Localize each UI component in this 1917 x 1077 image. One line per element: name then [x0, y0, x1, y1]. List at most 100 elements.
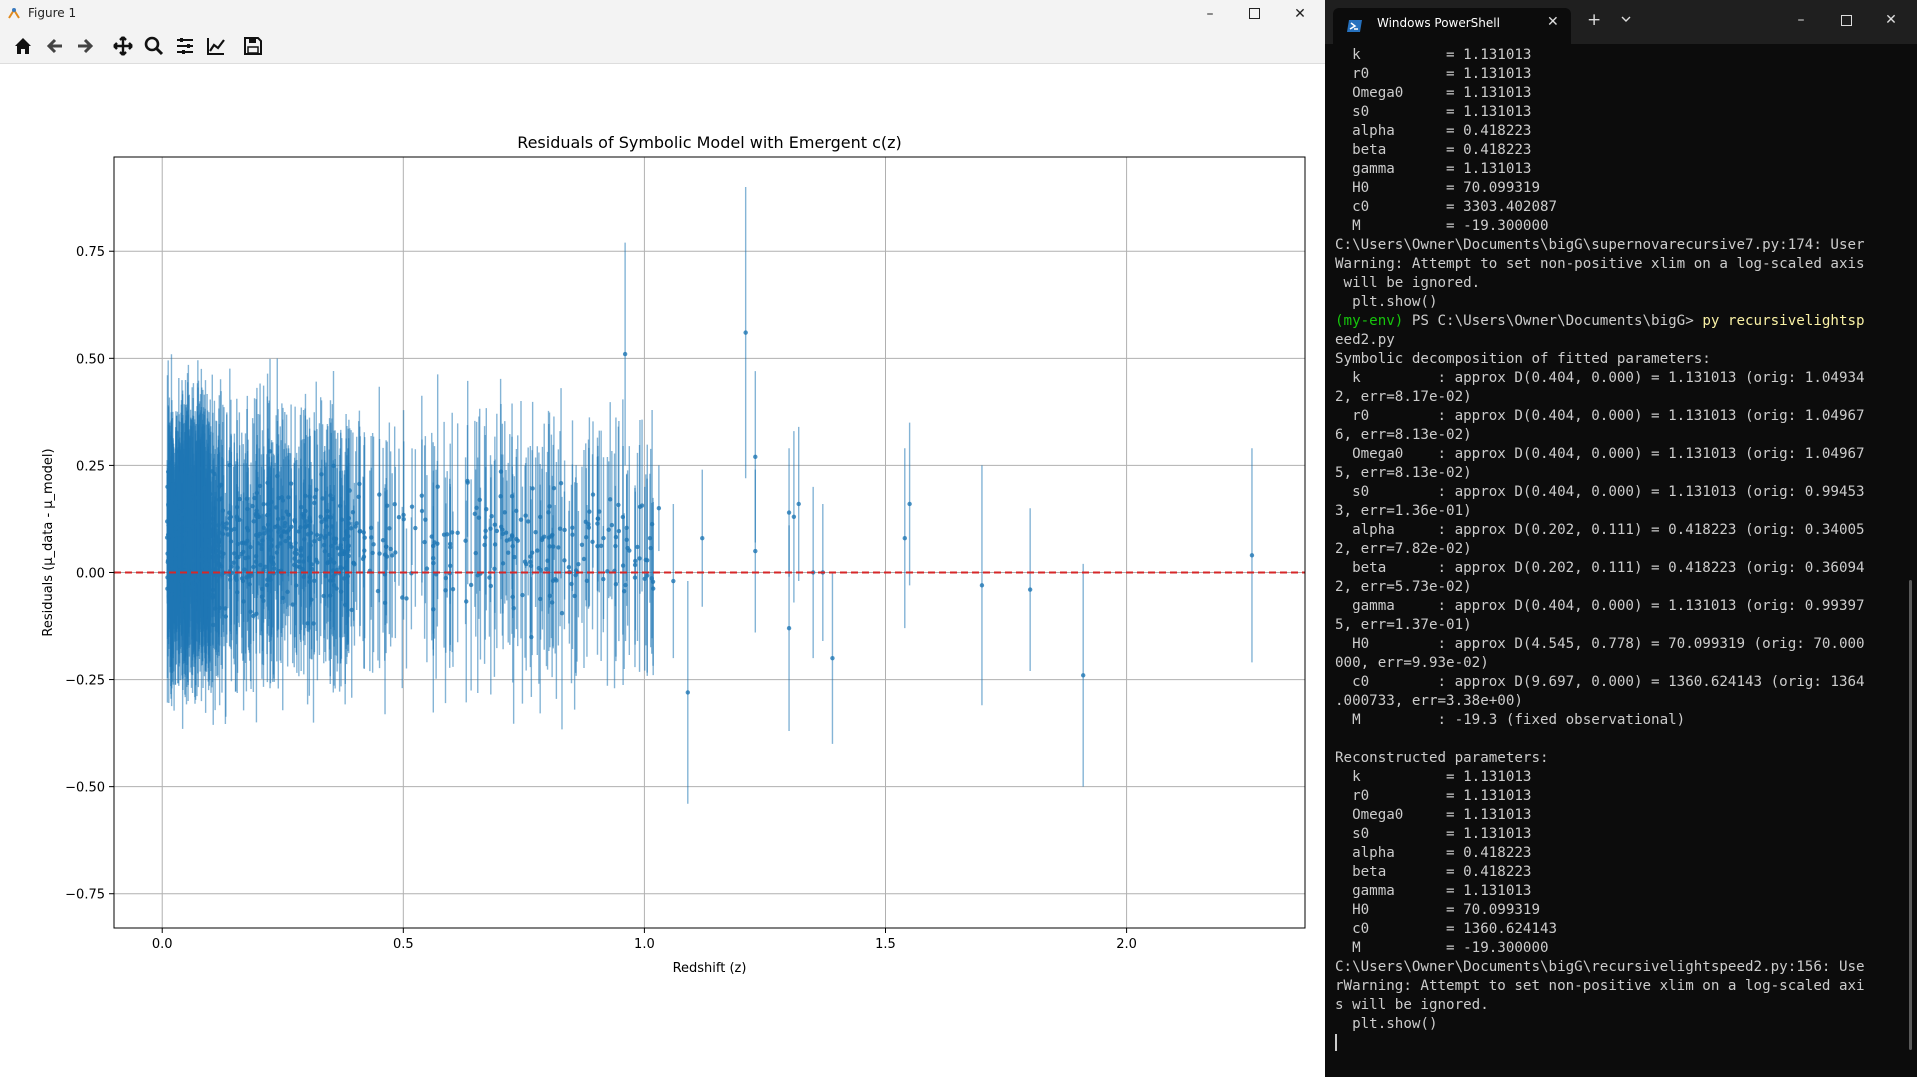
maximize-button[interactable] — [1232, 0, 1276, 27]
data-point — [173, 556, 178, 561]
terminal-output[interactable]: k = 1.131013 r0 = 1.131013 Omega0 = 1.13… — [1335, 46, 1915, 1076]
data-point — [597, 509, 602, 514]
back-arrow-icon — [46, 38, 62, 54]
data-point — [169, 592, 174, 597]
terminal-line: 5, err=1.37e-01) — [1335, 617, 1472, 633]
terminal-tab[interactable]: Windows PowerShell ✕ — [1333, 8, 1571, 44]
navigation-toolbar — [0, 27, 1325, 64]
terminal-line: r0 = 1.131013 — [1335, 66, 1532, 82]
data-point — [248, 573, 254, 578]
data-point — [396, 515, 402, 520]
data-point — [515, 538, 520, 543]
terminal-minimize-button[interactable]: – — [1781, 8, 1821, 32]
terminal-line: H0 = 70.099319 — [1335, 180, 1540, 196]
data-point — [375, 588, 381, 594]
forward-button[interactable] — [72, 33, 98, 59]
powershell-icon — [1347, 20, 1362, 32]
data-point — [266, 536, 271, 541]
data-point — [318, 533, 324, 538]
tab-close-icon[interactable]: ✕ — [1547, 14, 1559, 30]
edit-axis-button[interactable] — [203, 33, 229, 59]
terminal-line: Omega0 = 1.131013 — [1335, 85, 1532, 101]
subplots-config-button[interactable] — [172, 33, 198, 59]
zoom-button[interactable] — [141, 33, 167, 59]
terminal-line: s0 = 1.131013 — [1335, 104, 1532, 120]
data-point — [309, 597, 314, 602]
prompt-command: py recursivelightsp — [1702, 313, 1865, 329]
terminal-line: Omega0 = 1.131013 — [1335, 807, 1532, 823]
data-point — [347, 488, 352, 493]
x-tick-label: 0.0 — [152, 937, 173, 952]
minimize-button[interactable]: – — [1188, 0, 1232, 27]
data-point — [584, 578, 590, 584]
data-point — [1249, 553, 1255, 558]
data-point — [465, 480, 470, 485]
data-point — [786, 625, 792, 631]
new-tab-button[interactable]: + — [1587, 10, 1601, 30]
terminal-line: c0 = 1360.624143 — [1335, 921, 1558, 937]
plot-canvas[interactable]: 0.0 0.5 1.0 1.5 2.0 0.75 0.50 0.25 0.00 −0.25 −0.5… — [0, 64, 1325, 1077]
x-tick-label: 2.0 — [1116, 937, 1137, 952]
data-point — [753, 454, 758, 460]
data-point — [340, 548, 345, 554]
chevron-down-icon[interactable] — [1620, 13, 1632, 25]
pan-button[interactable] — [110, 33, 136, 59]
data-point — [830, 655, 835, 661]
data-point — [182, 508, 187, 513]
terminal-line: beta = 0.418223 — [1335, 864, 1532, 880]
prompt-line: (my-env) PS C:\Users\Owner\Documents\big… — [1335, 312, 1915, 331]
data-point — [325, 508, 330, 514]
data-point — [393, 550, 398, 555]
forward-arrow-icon — [78, 38, 94, 54]
data-point — [239, 576, 245, 581]
data-point — [632, 575, 638, 580]
terminal-line: Omega0 : approx D(0.404, 0.000) = 1.1310… — [1335, 446, 1865, 462]
data-point — [685, 690, 691, 695]
data-point — [547, 593, 553, 599]
data-point — [613, 581, 619, 587]
close-button[interactable]: ✕ — [1278, 0, 1322, 27]
terminal-line: s0 = 1.131013 — [1335, 826, 1532, 842]
x-tick-label: 0.5 — [393, 937, 414, 952]
data-point — [361, 554, 367, 559]
terminal-scrollbar[interactable] — [1909, 580, 1912, 1050]
data-point — [477, 497, 482, 503]
terminal-line: beta = 0.418223 — [1335, 142, 1532, 158]
terminal-line: rWarning: Attempt to set non-positive xl… — [1335, 978, 1865, 994]
data-point — [234, 514, 240, 519]
terminal-line: alpha : approx D(0.202, 0.111) = 0.41822… — [1335, 522, 1865, 538]
home-button[interactable] — [10, 33, 36, 59]
terminal-line: M = -19.300000 — [1335, 940, 1549, 956]
terminal-line: 000, err=9.93e-02) — [1335, 655, 1489, 671]
x-tick-label: 1.0 — [634, 937, 655, 952]
home-icon — [15, 38, 31, 54]
terminal-close-button[interactable]: ✕ — [1871, 8, 1911, 32]
data-point — [624, 537, 629, 543]
data-point — [259, 594, 265, 599]
save-button[interactable] — [240, 33, 266, 59]
data-point — [191, 557, 196, 563]
data-point — [559, 610, 565, 616]
terminal-line: alpha = 0.418223 — [1335, 123, 1532, 139]
back-button[interactable] — [42, 33, 68, 59]
data-point — [203, 595, 208, 600]
data-point — [430, 555, 436, 561]
data-point — [907, 501, 912, 507]
data-point — [786, 510, 792, 515]
terminal-line: .000733, err=3.38e+00) — [1335, 693, 1523, 709]
tab-title: Windows PowerShell — [1377, 16, 1500, 30]
data-point — [283, 538, 288, 544]
terminal-maximize-button[interactable] — [1826, 8, 1866, 32]
y-axis-label: Residuals (μ_data - μ_model) — [41, 448, 56, 636]
data-point — [627, 548, 632, 553]
data-point — [487, 575, 492, 580]
data-point — [357, 481, 362, 487]
terminal-line: r0 = 1.131013 — [1335, 788, 1532, 804]
data-point — [179, 579, 185, 584]
data-point — [216, 497, 222, 503]
data-point — [483, 535, 488, 540]
data-point — [579, 542, 585, 547]
data-point — [443, 575, 449, 581]
data-point — [1080, 673, 1086, 678]
data-point — [472, 511, 478, 517]
